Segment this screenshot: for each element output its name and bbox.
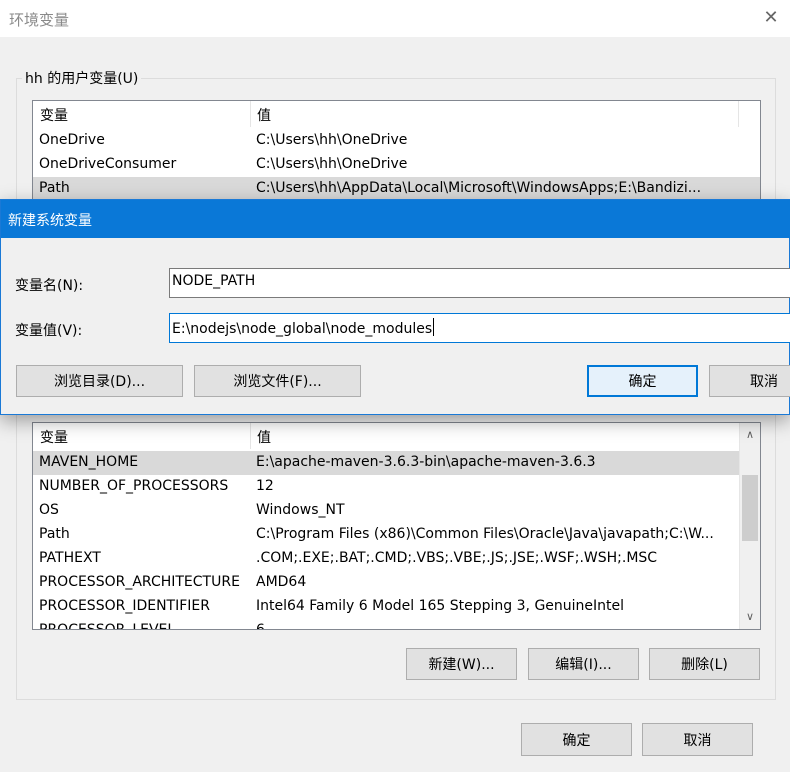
scroll-up-icon[interactable]: ∧ (740, 425, 760, 445)
new-system-variable-dialog: 新建系统变量 变量名(N): NODE_PATH 变量值(V): E:\node… (0, 199, 790, 415)
list-item[interactable]: OneDrive C:\Users\hh\OneDrive (33, 129, 760, 153)
dialog-title: 新建系统变量 (8, 213, 92, 229)
list-header: 变量 值 (33, 101, 760, 127)
column-header-value[interactable]: 值 (257, 105, 271, 125)
variable-value: C:\Users\hh\OneDrive (256, 156, 408, 172)
variable-value: C:\Users\hh\AppData\Local\Microsoft\Wind… (256, 180, 702, 196)
column-header-variable[interactable]: 变量 (40, 105, 68, 125)
column-divider[interactable] (250, 423, 251, 449)
variable-name: PATHEXT (39, 550, 101, 566)
dialog-ok-button[interactable]: 确定 (587, 365, 698, 397)
list-item[interactable]: Path C:\Users\hh\AppData\Local\Microsoft… (33, 177, 760, 201)
text-caret (433, 318, 435, 336)
variable-name-field[interactable]: NODE_PATH (169, 268, 790, 298)
list-item[interactable]: PROCESSOR_ARCHITECTURE AMD64 (33, 571, 760, 595)
list-item[interactable]: PROCESSOR_LEVEL 6 (33, 619, 760, 630)
column-divider[interactable] (250, 101, 251, 127)
variable-value: Windows_NT (256, 502, 345, 518)
variable-name: OneDriveConsumer (39, 156, 177, 172)
list-item[interactable]: OS Windows_NT (33, 499, 760, 523)
variable-name: PROCESSOR_LEVEL (39, 622, 176, 630)
window-titlebar: 环境变量 ✕ (0, 0, 790, 37)
system-variables-list[interactable]: 变量 值 MAVEN_HOME E:\apache-maven-3.6.3-bi… (32, 422, 761, 630)
ok-button[interactable]: 确定 (521, 723, 632, 756)
variable-value: C:\Program Files (x86)\Common Files\Orac… (256, 526, 714, 542)
variable-value: .COM;.EXE;.BAT;.CMD;.VBS;.VBE;.JS;.JSE;.… (256, 550, 658, 566)
dialog-titlebar[interactable]: 新建系统变量 (1, 200, 790, 238)
browse-file-button[interactable]: 浏览文件(F)... (194, 365, 361, 397)
variable-value-text: E:\nodejs\node_global\node_modules (172, 321, 433, 337)
variable-name-label: 变量名(N): (15, 278, 84, 294)
variable-value: E:\apache-maven-3.6.3-bin\apache-maven-3… (256, 454, 596, 470)
dialog-cancel-button[interactable]: 取消 (709, 365, 790, 397)
close-icon[interactable]: ✕ (757, 5, 785, 31)
variable-value: AMD64 (256, 574, 307, 590)
cancel-button[interactable]: 取消 (642, 723, 753, 756)
list-item[interactable]: PROCESSOR_IDENTIFIER Intel64 Family 6 Mo… (33, 595, 760, 619)
user-variables-list[interactable]: 变量 值 OneDrive C:\Users\hh\OneDrive OneDr… (32, 100, 761, 210)
list-header: 变量 值 (33, 423, 760, 449)
variable-name: Path (39, 180, 70, 196)
variable-name: MAVEN_HOME (39, 454, 139, 470)
column-header-variable[interactable]: 变量 (40, 427, 68, 447)
list-item[interactable]: MAVEN_HOME E:\apache-maven-3.6.3-bin\apa… (33, 451, 739, 475)
variable-value-field[interactable]: E:\nodejs\node_global\node_modules (169, 313, 790, 343)
variable-name: PROCESSOR_IDENTIFIER (39, 598, 210, 614)
variable-name: OS (39, 502, 59, 518)
scroll-down-icon[interactable]: ∨ (740, 607, 760, 627)
variable-name: PROCESSOR_ARCHITECTURE (39, 574, 240, 590)
column-header-value[interactable]: 值 (257, 427, 271, 447)
variable-value-label: 变量值(V): (15, 323, 83, 339)
variable-value: 12 (256, 478, 274, 494)
variable-value: C:\Users\hh\OneDrive (256, 132, 408, 148)
scrollbar-thumb[interactable] (742, 475, 758, 541)
list-item[interactable]: PATHEXT .COM;.EXE;.BAT;.CMD;.VBS;.VBE;.J… (33, 547, 760, 571)
column-divider[interactable] (738, 101, 739, 127)
edit-variable-button[interactable]: 编辑(I)... (528, 648, 639, 680)
user-variables-group-label: hh 的用户变量(U) (22, 68, 142, 88)
browse-directory-button[interactable]: 浏览目录(D)... (16, 365, 183, 397)
variable-name: Path (39, 526, 70, 542)
new-variable-button[interactable]: 新建(W)... (406, 648, 517, 680)
variable-name: NUMBER_OF_PROCESSORS (39, 478, 229, 494)
variable-name-text: NODE_PATH (172, 273, 256, 289)
list-item[interactable]: NUMBER_OF_PROCESSORS 12 (33, 475, 760, 499)
list-item[interactable]: Path C:\Program Files (x86)\Common Files… (33, 523, 760, 547)
variable-value: 6 (256, 622, 265, 630)
variable-name: OneDrive (39, 132, 105, 148)
delete-variable-button[interactable]: 删除(L) (649, 648, 760, 680)
variable-value: Intel64 Family 6 Model 165 Stepping 3, G… (256, 598, 625, 614)
window-title: 环境变量 (9, 11, 70, 29)
list-item[interactable]: OneDriveConsumer C:\Users\hh\OneDrive (33, 153, 760, 177)
vertical-scrollbar[interactable]: ∧ ∨ (739, 423, 760, 629)
